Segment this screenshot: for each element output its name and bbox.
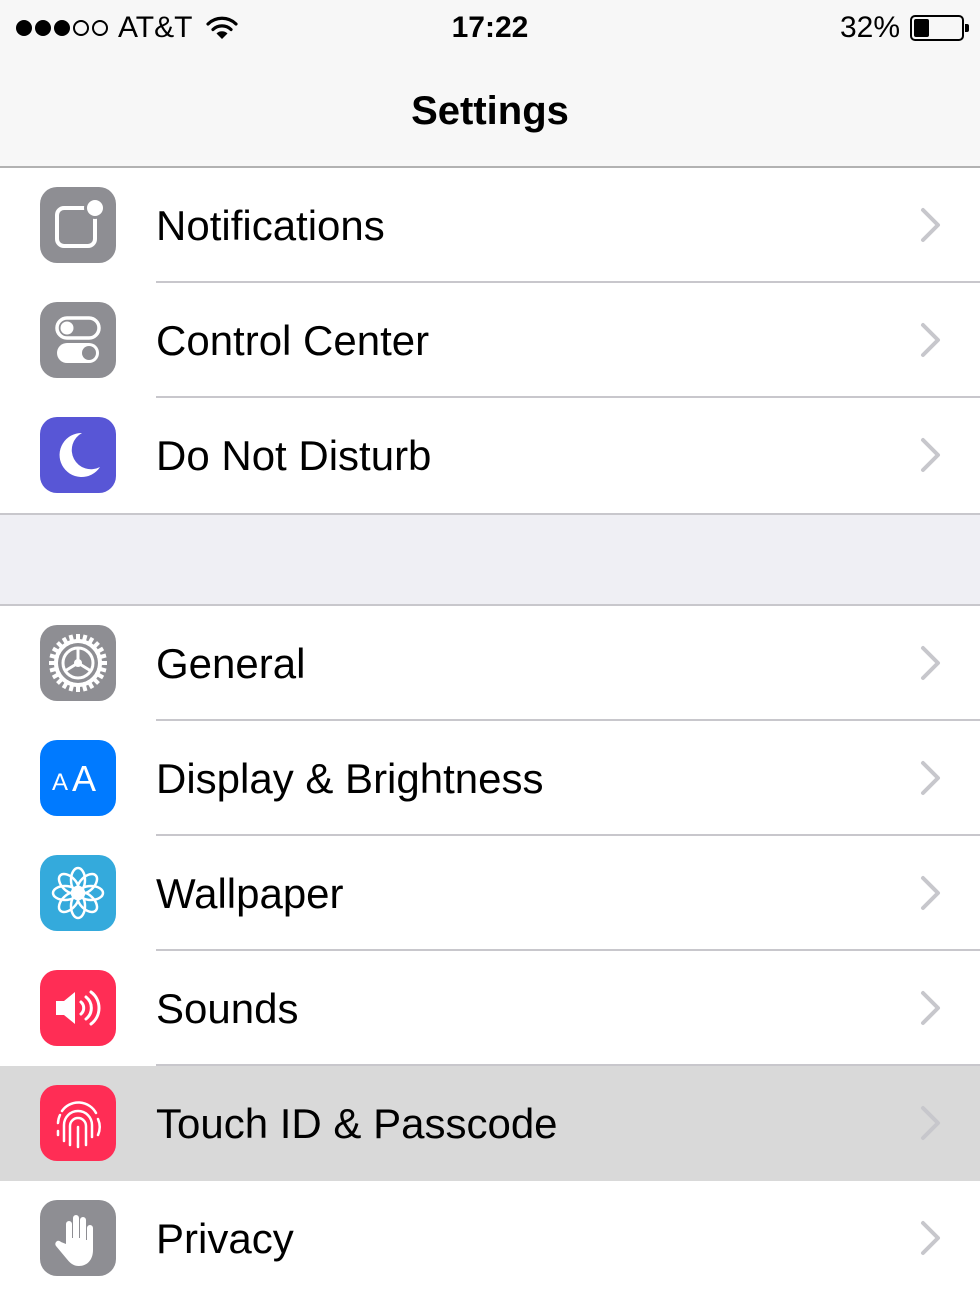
battery-icon (910, 15, 969, 41)
settings-row-touch-id-and-passcode[interactable]: Touch ID & Passcode (0, 1066, 980, 1181)
chevron-right-icon (918, 321, 944, 359)
settings-row-control-center[interactable]: Control Center (0, 283, 980, 398)
moon-icon (40, 417, 116, 493)
settings-row-label: Control Center (156, 317, 430, 364)
gear-icon (40, 625, 116, 701)
text-size-icon: AA (40, 740, 116, 816)
settings-group-1: Notifications Control Center Do Not Distur… (0, 168, 980, 515)
chevron-right-icon (918, 206, 944, 244)
settings-row-privacy[interactable]: Privacy (0, 1181, 980, 1296)
control-center-icon (40, 302, 116, 378)
settings-row-label: Sounds (156, 985, 299, 1032)
chevron-right-icon (918, 644, 944, 682)
speaker-icon (40, 970, 116, 1046)
battery-fill (914, 19, 929, 37)
chevron-right-icon (918, 989, 944, 1027)
svg-text:A: A (72, 758, 96, 799)
battery-nub (965, 24, 969, 32)
status-time: 17:22 (451, 11, 529, 44)
page-title: Settings (411, 89, 569, 133)
settings-group-2: General A A Display & Brightness Wallpaper So… (0, 604, 980, 1296)
flower-icon (40, 855, 116, 931)
chevron-right-icon (918, 759, 944, 797)
settings-row-display-and-brightness[interactable]: A A Display & Brightness (0, 721, 980, 836)
settings-row-label: Display & Brightness (156, 755, 544, 802)
notifications-icon (40, 187, 116, 263)
settings-row-wallpaper[interactable]: Wallpaper (0, 836, 980, 951)
settings-row-notifications[interactable]: Notifications (0, 168, 980, 283)
top-bar: AT&T 17:22 32% Settings (0, 0, 980, 168)
chevron-right-icon (918, 1219, 944, 1257)
settings-row-label: Touch ID & Passcode (156, 1100, 558, 1147)
settings-row-general[interactable]: General (0, 606, 980, 721)
settings-row-do-not-disturb[interactable]: Do Not Disturb (0, 398, 980, 513)
fingerprint-icon (40, 1085, 116, 1161)
chevron-right-icon (918, 436, 944, 474)
battery-percent: 32% (839, 11, 900, 44)
settings-row-label: Notifications (156, 202, 385, 249)
settings-row-label: Wallpaper (156, 870, 344, 917)
settings-row-label: Privacy (156, 1215, 294, 1262)
svg-text:A: A (52, 769, 68, 796)
chevron-right-icon (918, 1104, 944, 1142)
chevron-right-icon (918, 874, 944, 912)
hand-icon (40, 1200, 116, 1276)
status-right: 32% (839, 10, 969, 46)
settings-row-sounds[interactable]: Sounds (0, 951, 980, 1066)
status-bar: AT&T 17:22 32% (0, 0, 980, 56)
settings-row-label: Do Not Disturb (156, 432, 432, 479)
settings-row-label: General (156, 640, 306, 687)
